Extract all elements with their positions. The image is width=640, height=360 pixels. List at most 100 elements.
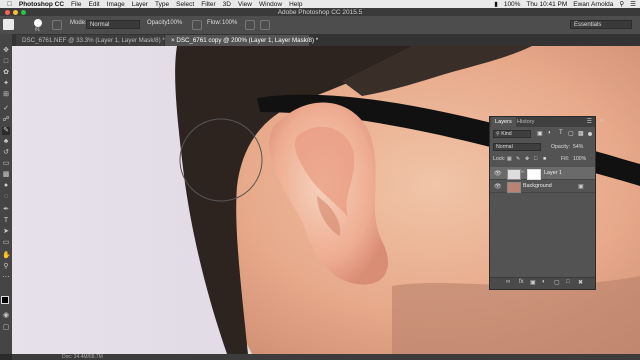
document-tabs: DSC_6761.NEF @ 33.3% (Layer 1, Layer Mas… <box>12 34 640 46</box>
list-icon[interactable]: ☰ <box>630 0 636 8</box>
background-thumbnail[interactable] <box>507 182 521 193</box>
workspace-select[interactable]: Essentials <box>570 20 632 29</box>
menu-help[interactable]: Help <box>289 1 302 8</box>
adjustment-layer-icon[interactable]: ◐ <box>542 279 546 285</box>
eyedropper-tool-icon[interactable]: ✓ <box>2 105 10 113</box>
quick-select-tool-icon[interactable]: ✦ <box>2 80 10 88</box>
layer-name[interactable]: Layer 1 <box>544 170 562 176</box>
layer-name[interactable]: Background <box>523 183 552 189</box>
layer-row-layer-1[interactable]: 👁 ∞ Layer 1 <box>490 167 595 180</box>
menu-type[interactable]: Type <box>155 1 169 8</box>
workspace-value: Essentials <box>574 22 602 28</box>
blur-tool-icon[interactable]: ● <box>2 182 10 190</box>
lock-position-icon[interactable]: ✥ <box>525 156 529 162</box>
blend-mode-select[interactable]: Normal <box>493 143 541 151</box>
airbrush-toggle[interactable] <box>245 20 255 30</box>
add-mask-icon[interactable]: ▣ <box>530 279 536 286</box>
layer-opacity-value[interactable]: 54% <box>573 144 583 150</box>
lock-transparent-icon[interactable]: ▦ <box>507 156 512 162</box>
fx-icon[interactable]: fx <box>519 279 524 285</box>
apple-icon[interactable]:  <box>7 1 12 8</box>
tab-document-1[interactable]: DSC_6761.NEF @ 33.3% (Layer 1, Layer Mas… <box>16 35 165 46</box>
menu-window[interactable]: Window <box>259 1 282 8</box>
layer-mask-thumbnail[interactable] <box>527 169 541 180</box>
close-tab-icon[interactable]: × <box>171 37 175 44</box>
menu-image[interactable]: Image <box>107 1 125 8</box>
filter-adjustment-icon[interactable]: ◐ <box>548 130 552 136</box>
menu-select[interactable]: Select <box>176 1 194 8</box>
clone-stamp-tool-icon[interactable]: ♣ <box>2 138 10 146</box>
delete-layer-icon[interactable]: ✖ <box>578 279 583 286</box>
ps-home-icon[interactable] <box>3 19 14 30</box>
pen-tool-icon[interactable]: ✒ <box>2 206 10 214</box>
clock[interactable]: Thu 10:41 PM <box>526 1 567 8</box>
panel-menu-icon[interactable]: ☰ <box>587 118 592 125</box>
battery-icon[interactable]: ▮ <box>494 0 498 8</box>
filter-pixel-icon[interactable]: ▣ <box>537 130 543 137</box>
pressure-size-toggle[interactable] <box>260 20 270 30</box>
brush-tool-icon[interactable]: ✎ <box>2 127 10 135</box>
shape-tool-icon[interactable]: ▭ <box>2 239 10 247</box>
visibility-eye-icon[interactable]: 👁 <box>494 170 502 177</box>
filter-type-icon[interactable]: T <box>559 130 563 136</box>
filter-shape-icon[interactable]: ▢ <box>568 130 574 137</box>
layer-thumbnail[interactable] <box>507 169 521 180</box>
filter-kind-select[interactable]: ⚲ Kind <box>493 130 531 138</box>
flow-value[interactable]: 100% <box>222 20 237 26</box>
tab-document-2[interactable]: × DSC_6761 copy @ 200% (Layer 1, Layer M… <box>165 35 318 46</box>
doc-size: Doc: 34.4M/68.7M <box>62 354 103 360</box>
move-tool-icon[interactable]: ✥ <box>2 47 10 55</box>
more-tools-icon[interactable]: ⋯ <box>2 274 10 282</box>
foreground-color-swatch[interactable] <box>1 296 9 304</box>
new-layer-icon[interactable]: □ <box>566 279 570 285</box>
mode-select[interactable]: Normal <box>86 20 140 29</box>
link-layers-icon[interactable]: ∞ <box>506 279 510 285</box>
visibility-eye-icon[interactable]: 👁 <box>494 183 502 190</box>
hand-tool-icon[interactable]: ✋ <box>2 252 11 260</box>
dock-collapse-icon[interactable]: « <box>600 118 610 128</box>
filter-kind-value: Kind <box>501 131 512 137</box>
gradient-tool-icon[interactable]: ▩ <box>2 171 10 179</box>
crop-tool-icon[interactable]: ⊞ <box>2 91 10 99</box>
menu-file[interactable]: File <box>71 1 81 8</box>
layer-row-background[interactable]: 👁 Background ▣ <box>490 180 595 193</box>
tab-history[interactable]: History <box>513 117 538 127</box>
menu-app-name[interactable]: Photoshop CC <box>19 1 64 8</box>
brush-preset-picker[interactable]: 81 <box>32 18 46 32</box>
eraser-tool-icon[interactable]: ▭ <box>2 160 10 168</box>
battery-percent: 100% <box>503 0 521 8</box>
lock-artboard-icon[interactable]: □ <box>534 156 537 162</box>
link-icon[interactable]: ∞ <box>521 169 525 175</box>
quick-mask-icon[interactable]: ◉ <box>2 312 10 320</box>
screen-mode-icon[interactable]: ▢ <box>2 324 10 332</box>
menu-view[interactable]: View <box>238 1 252 8</box>
healing-brush-tool-icon[interactable]: ☍ <box>2 116 10 124</box>
path-select-tool-icon[interactable]: ➤ <box>2 228 10 236</box>
filter-toggle-dot[interactable] <box>588 132 592 136</box>
history-brush-tool-icon[interactable]: ↺ <box>2 149 10 157</box>
menu-filter[interactable]: Filter <box>201 1 215 8</box>
fill-label: Fill: <box>561 156 570 162</box>
tab-document-2-label: DSC_6761 copy @ 200% (Layer 1, Layer Mas… <box>176 37 319 44</box>
menu-edit[interactable]: Edit <box>89 1 100 8</box>
menu-3d[interactable]: 3D <box>223 1 231 8</box>
pressure-opacity-toggle[interactable] <box>192 20 202 30</box>
opacity-value[interactable]: 100% <box>167 20 182 26</box>
window-title: Adobe Photoshop CC 2015.5 <box>277 8 363 16</box>
fill-value[interactable]: 100% <box>573 156 586 162</box>
brush-panel-toggle[interactable] <box>52 20 62 30</box>
lasso-tool-icon[interactable]: ✿ <box>2 69 10 77</box>
lock-all-icon[interactable]: ■ <box>543 156 546 162</box>
new-group-icon[interactable]: ▢ <box>554 279 560 286</box>
marquee-tool-icon[interactable]: □ <box>2 58 10 66</box>
search-icon[interactable]: ⚲ <box>619 0 624 8</box>
lock-icon: ▣ <box>578 184 584 190</box>
type-tool-icon[interactable]: T <box>2 217 10 225</box>
filter-smart-object-icon[interactable]: ▩ <box>578 130 584 137</box>
mac-menubar:  Photoshop CC File Edit Image Layer Typ… <box>0 0 640 8</box>
dodge-tool-icon[interactable]: ◌ <box>2 193 10 201</box>
menu-layer[interactable]: Layer <box>132 1 148 8</box>
user-name[interactable]: Ewan Arnolda <box>573 1 613 8</box>
lock-image-icon[interactable]: ✎ <box>516 156 520 162</box>
zoom-tool-icon[interactable]: ⚲ <box>2 263 10 271</box>
